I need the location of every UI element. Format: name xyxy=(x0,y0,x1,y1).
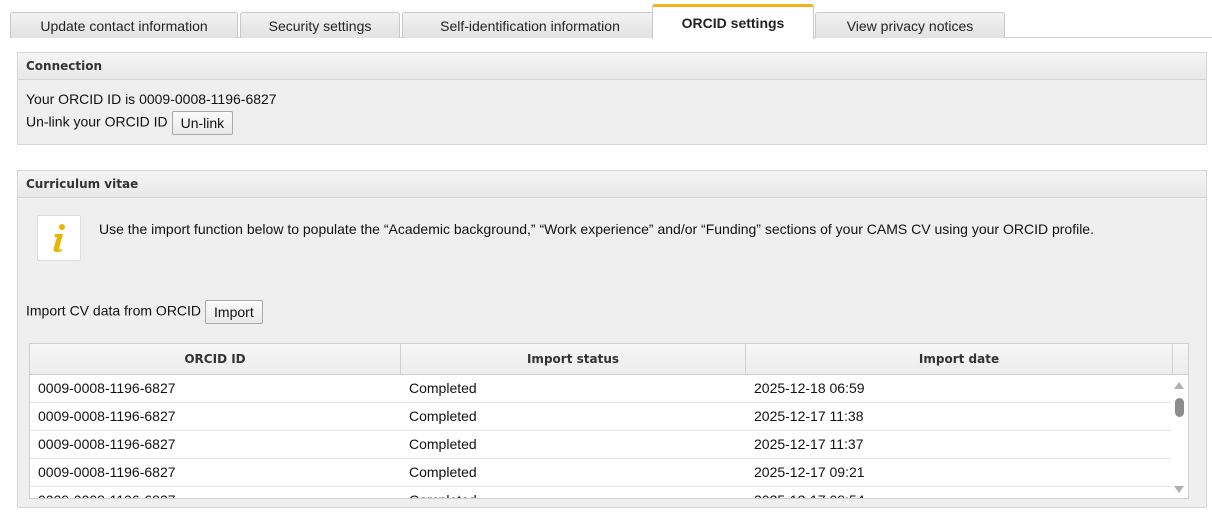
cv-header: Curriculum vitae xyxy=(18,171,1206,198)
cv-panel: Curriculum vitae Use the import function… xyxy=(17,170,1207,508)
cell-orcid-id: 0009-0008-1196-6827 xyxy=(38,380,176,396)
cell-orcid-id: 0009-0008-1196-6827 xyxy=(38,408,176,424)
import-label: Import CV data from ORCID xyxy=(26,302,202,319)
table-row[interactable]: 0009-0008-1196-6827 Completed 2025-12-17 0… xyxy=(30,459,1172,487)
import-button[interactable]: Import xyxy=(205,300,263,324)
cell-orcid-id: 0009-0008-1196-6827 xyxy=(38,436,176,452)
cell-import-date: 2025-12-17 11:37 xyxy=(754,436,864,452)
tab-update-contact-information[interactable]: Update contact information xyxy=(10,12,238,38)
import-info-text: Use the import function below to populat… xyxy=(99,221,1094,237)
unlink-button[interactable]: Un-link xyxy=(171,111,234,135)
cell-import-status: Completed xyxy=(409,408,477,424)
tab-self-identification-information[interactable]: Self-identification information xyxy=(402,12,658,38)
scroll-up-arrow-icon[interactable] xyxy=(1174,382,1184,389)
tab-label: Self-identification information xyxy=(440,17,620,34)
table-row[interactable]: 0009-0008-1196-6827 Completed 2025-12-18 0… xyxy=(30,375,1172,403)
tab-security-settings[interactable]: Security settings xyxy=(240,12,400,38)
unlink-label: Un-link your ORCID ID xyxy=(26,113,168,130)
cell-import-status: Completed xyxy=(409,464,477,480)
import-history-table: ORCID ID Import status Import date 0009-… xyxy=(29,343,1189,499)
cell-orcid-id: 0009-0008-1196-6827 xyxy=(30,487,401,498)
table-row[interactable]: 0009-0008-1196-6827 Completed 2025-12-17 1… xyxy=(30,431,1172,459)
table-body: 0009-0008-1196-6827 Completed 2025-12-18 0… xyxy=(30,375,1172,498)
column-header-orcid-id[interactable]: ORCID ID xyxy=(30,344,401,375)
tab-label: Security settings xyxy=(268,17,372,34)
table-header: ORCID ID Import status Import date xyxy=(30,344,1188,375)
import-row: Import CV data from ORCID Import xyxy=(26,300,263,324)
orcid-id-text: Your ORCID ID is 0009-0008-1196-6827 xyxy=(26,91,277,107)
tab-orcid-settings[interactable]: ORCID settings xyxy=(652,4,814,39)
cell-import-date: 2025-12-18 06:59 xyxy=(754,380,865,396)
info-icon xyxy=(37,215,81,261)
cell-import-status: Completed xyxy=(409,380,477,396)
tab-label: ORCID settings xyxy=(681,15,785,31)
tab-view-privacy-notices[interactable]: View privacy notices xyxy=(815,12,1005,38)
scroll-down-arrow-icon[interactable] xyxy=(1174,486,1184,493)
cell-import-date: 2025-12-17 09:21 xyxy=(754,464,865,480)
table-row[interactable]: 0009-0008-1196-6827Completed2025-12-17 0… xyxy=(30,487,1172,498)
connection-panel: Connection Your ORCID ID is 0009-0008-11… xyxy=(17,52,1207,145)
tab-label: View privacy notices xyxy=(846,17,974,34)
cell-orcid-id: 0009-0008-1196-6827 xyxy=(38,464,176,480)
tab-bar: Update contact information Security sett… xyxy=(10,4,1212,39)
cell-import-date: 2025-12-17 11:38 xyxy=(754,408,864,424)
column-header-import-date[interactable]: Import date xyxy=(746,344,1173,375)
tab-label: Update contact information xyxy=(40,17,208,34)
unlink-row: Un-link your ORCID ID Un-link xyxy=(26,111,234,135)
table-scrollbar[interactable] xyxy=(1171,375,1188,498)
cell-import-status: Completed xyxy=(401,487,746,498)
cell-import-status: Completed xyxy=(409,436,477,452)
connection-header: Connection xyxy=(18,53,1206,80)
table-row[interactable]: 0009-0008-1196-6827 Completed 2025-12-17 1… xyxy=(30,403,1172,431)
column-header-import-status[interactable]: Import status xyxy=(401,344,746,375)
cell-import-date: 2025-12-17 08:54 xyxy=(746,487,1172,498)
scroll-thumb[interactable] xyxy=(1175,398,1184,417)
